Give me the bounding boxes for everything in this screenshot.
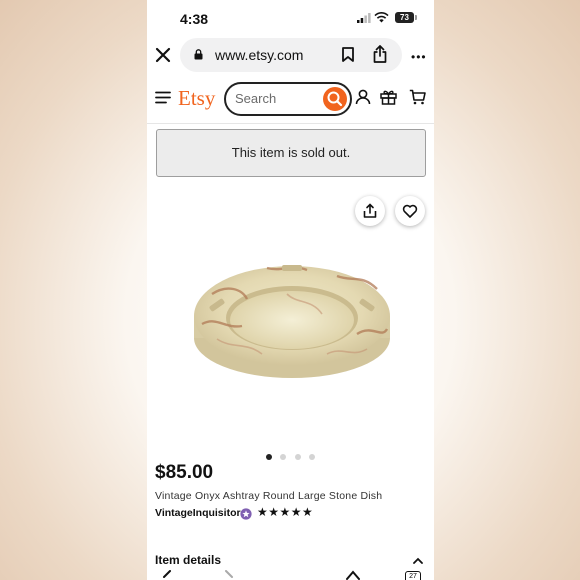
cart-icon[interactable] xyxy=(409,89,426,105)
status-bar: 4:38 73 xyxy=(147,0,434,36)
rating-stars: ★★★★★ xyxy=(257,505,314,519)
more-options-icon[interactable]: ••• xyxy=(411,51,427,63)
heart-icon xyxy=(402,204,418,218)
cellular-signal-icon xyxy=(357,13,371,23)
wifi-icon xyxy=(374,12,389,23)
item-details-header[interactable]: Item details xyxy=(155,553,221,567)
listing-title: Vintage Onyx Ashtray Round Large Stone D… xyxy=(155,490,383,502)
listing-price: $85.00 xyxy=(155,462,214,483)
search-button[interactable] xyxy=(323,87,347,111)
tabs-button[interactable]: 27 xyxy=(405,571,421,580)
carousel-dot[interactable] xyxy=(294,454,301,460)
seller-name[interactable]: VintageInquisitor xyxy=(155,507,241,519)
menu-icon[interactable] xyxy=(155,91,171,104)
close-icon[interactable] xyxy=(153,45,173,65)
search-placeholder: Search xyxy=(235,91,277,106)
share-listing-button[interactable] xyxy=(355,196,385,226)
search-icon xyxy=(327,91,343,107)
home-icon[interactable] xyxy=(345,570,361,580)
lock-icon xyxy=(194,49,203,60)
battery-icon: 73 xyxy=(395,12,417,23)
user-icon[interactable] xyxy=(355,89,371,105)
address-field[interactable]: www.etsy.com xyxy=(180,38,402,72)
chevron-up-icon[interactable] xyxy=(413,557,423,564)
gift-icon[interactable] xyxy=(380,89,397,105)
url-text: www.etsy.com xyxy=(215,47,304,63)
browser-toolbar: 27 xyxy=(147,566,434,580)
sold-out-notice: This item is sold out. xyxy=(156,129,426,177)
site-header: Etsy Search xyxy=(147,80,434,120)
favorite-button[interactable] xyxy=(395,196,425,226)
carousel-dot[interactable] xyxy=(265,454,272,460)
status-time: 4:38 xyxy=(180,11,209,27)
star-seller-badge-icon xyxy=(240,508,252,520)
back-arrow-icon[interactable] xyxy=(161,570,173,580)
header-divider xyxy=(147,123,434,124)
onyx-ashtray-image xyxy=(194,265,390,378)
share-icon[interactable] xyxy=(373,45,387,63)
etsy-logo[interactable]: Etsy xyxy=(178,86,215,111)
phone-screen: 4:38 73 www.etsy.com ••• Etsy Search Thi… xyxy=(147,0,434,580)
carousel-dot[interactable] xyxy=(280,454,287,460)
share-icon xyxy=(363,203,377,218)
browser-url-bar: www.etsy.com ••• xyxy=(147,36,434,76)
forward-arrow-icon[interactable] xyxy=(223,570,235,580)
carousel-dot[interactable] xyxy=(309,454,316,460)
listing-image-carousel[interactable] xyxy=(147,186,434,440)
bookmark-icon[interactable] xyxy=(342,47,354,62)
search-input[interactable]: Search xyxy=(224,82,352,116)
